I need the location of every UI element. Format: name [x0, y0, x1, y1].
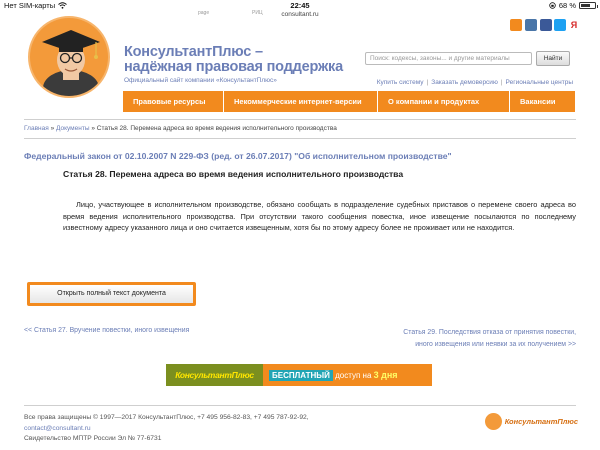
footer-logo[interactable]: КонсультантПлюс — [484, 413, 578, 430]
util-separator: | — [500, 79, 503, 86]
brand-block: КонсультантПлюс – надёжная правовая подд… — [124, 45, 343, 85]
page-label: page — [198, 10, 210, 16]
breadcrumb-sep: » — [91, 125, 95, 132]
facebook-social-icon[interactable] — [540, 19, 552, 31]
breadcrumb-sep: » — [50, 125, 55, 132]
utility-links: Купить систему | Заказать демоверсию | Р… — [377, 79, 573, 86]
main-nav: Правовые ресурсы Некоммерческие интернет… — [123, 91, 575, 112]
footer: Все права защищены © 1997—2017 Консульта… — [24, 413, 309, 445]
footer-copyright: Все права защищены © 1997—2017 Консульта… — [24, 414, 309, 421]
prev-article-link[interactable]: << Статья 27. Вручение повестки, иного и… — [24, 327, 189, 334]
promo-brand: КонсультантПлюс — [166, 364, 263, 386]
footer-divider — [24, 405, 576, 406]
footer-logo-text: КонсультантПлюс — [504, 417, 578, 426]
promo-days: 3 дня — [373, 370, 398, 380]
buy-system-link[interactable]: Купить систему — [377, 79, 424, 86]
brand-title[interactable]: КонсультантПлюс – — [124, 45, 343, 60]
article-title: Статья 28. Перемена адреса во время веде… — [63, 169, 404, 179]
battery-group: 68 % — [549, 1, 598, 10]
promo-text: БЕСПЛАТНЫЙ доступ на 3 дня — [263, 370, 432, 381]
header-divider — [24, 119, 576, 120]
breadcrumb-current: Статья 28. Перемена адреса во время веде… — [96, 125, 337, 132]
next-article-line1: Статья 29. Последствия отказа от приняти… — [403, 329, 576, 336]
promo-free: БЕСПЛАТНЫЙ — [269, 370, 333, 381]
regional-centers-link[interactable]: Региональные центры — [506, 79, 573, 86]
order-demo-link[interactable]: Заказать демоверсию — [431, 79, 498, 86]
breadcrumb: Главная » Документы » Статья 28. Перемен… — [24, 125, 337, 132]
clock: 22:45 — [290, 1, 310, 10]
nav-legal-resources[interactable]: Правовые ресурсы — [123, 91, 224, 112]
battery-icon — [579, 2, 598, 9]
free-access-banner[interactable]: КонсультантПлюс БЕСПЛАТНЫЙ доступ на 3 д… — [166, 364, 432, 386]
mascot-icon — [484, 413, 502, 430]
brand-tagline[interactable]: надёжная правовая поддержка — [124, 60, 343, 75]
brand-subtitle: Официальный сайт компании «КонсультантПл… — [124, 77, 277, 84]
address-bar-url[interactable]: consultant.ru — [0, 11, 600, 18]
nav-noncommercial[interactable]: Некоммерческие интернет-версии — [224, 91, 378, 112]
nav-about-company[interactable]: О компании и продуктах — [378, 91, 510, 112]
open-full-text-button[interactable]: Открыть полный текст документа — [27, 282, 196, 306]
battery-percent: 68 % — [558, 1, 576, 10]
battery-fill — [581, 4, 590, 7]
breadcrumb-divider — [24, 138, 576, 139]
next-article-line2: иного извещения или неявки за их получен… — [415, 341, 576, 348]
ok-social-icon[interactable] — [510, 19, 522, 31]
util-separator: | — [426, 79, 429, 86]
graduate-mascot-icon — [42, 30, 100, 96]
twitter-social-icon[interactable] — [554, 19, 566, 31]
nav-vacancies[interactable]: Вакансии — [510, 91, 575, 112]
footer-email-link[interactable]: contact@consultant.ru — [24, 424, 309, 435]
consultant-logo[interactable] — [28, 16, 110, 98]
breadcrumb-home[interactable]: Главная — [24, 125, 49, 132]
search-button[interactable]: Найти — [536, 51, 570, 66]
vk-social-icon[interactable] — [525, 19, 537, 31]
footer-license: Свидетельство МПТР России Эл № 77-6731 — [24, 435, 162, 442]
promo-access: доступ на — [335, 371, 372, 380]
next-article-link[interactable]: Статья 29. Последствия отказа от приняти… — [403, 327, 576, 351]
search-input[interactable]: Поиск: кодексы, законы... и другие матер… — [365, 52, 532, 65]
ric-label: РИЦ — [252, 10, 263, 16]
yandex-social-icon[interactable]: Я — [568, 19, 580, 31]
breadcrumb-documents[interactable]: Документы — [56, 125, 90, 132]
law-title: Федеральный закон от 02.10.2007 N 229-ФЗ… — [24, 151, 452, 161]
orientation-lock-icon — [549, 2, 556, 9]
status-bar: Нет SIM-карты 22:45 68 % — [0, 0, 600, 11]
article-body: Лицо, участвующее в исполнительном произ… — [63, 200, 576, 232]
